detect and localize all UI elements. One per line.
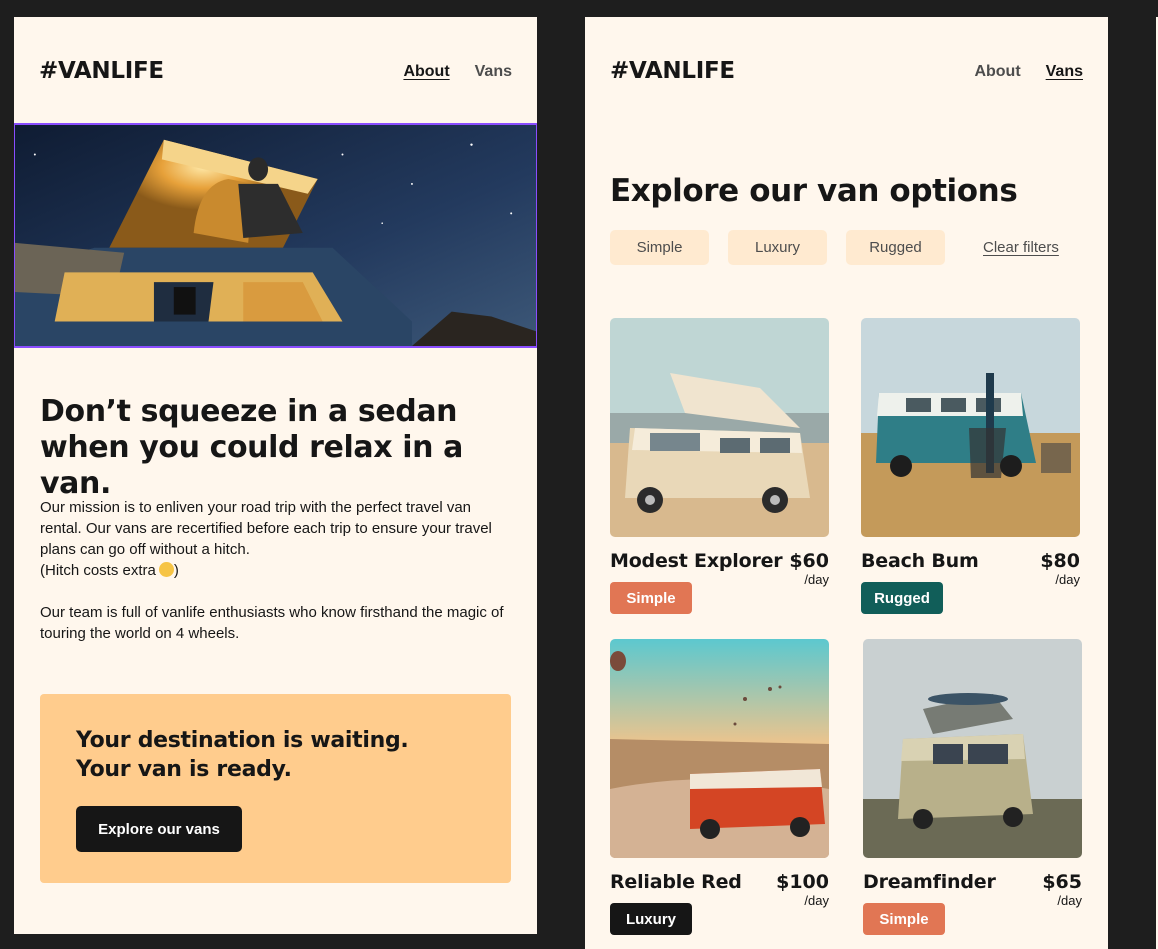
- filter-bar: Simple Luxury Rugged Clear filters: [610, 230, 1059, 265]
- van-price: $80: [1040, 550, 1080, 572]
- team-paragraph: Our team is full of vanlife enthusiasts …: [40, 604, 504, 642]
- filter-luxury-button[interactable]: Luxury: [728, 230, 827, 265]
- van-photo[interactable]: [863, 639, 1082, 858]
- van-type-badge[interactable]: Simple: [610, 582, 692, 614]
- about-headline: Don’t squeeze in a sedan when you could …: [40, 394, 463, 501]
- van-photo[interactable]: [610, 318, 829, 537]
- van-name: Modest Explorer: [610, 550, 783, 572]
- cta-banner: Your destination is waiting. Your van is…: [40, 694, 511, 883]
- vans-page-frame: #VANLIFE About Vans Explore our van opti…: [585, 17, 1108, 949]
- vans-page-title: Explore our van options: [610, 173, 1018, 209]
- van-name: Reliable Red: [610, 871, 742, 893]
- hitch-joke: (Hitch costs extra: [40, 562, 156, 579]
- van-price: $60: [789, 550, 829, 572]
- site-header: #VANLIFE About Vans: [585, 17, 1108, 123]
- van-price-unit: /day: [1057, 893, 1082, 908]
- hero-image: [14, 123, 537, 348]
- site-logo[interactable]: #VANLIFE: [39, 58, 164, 84]
- van-photo[interactable]: [861, 318, 1080, 537]
- van-photo[interactable]: [610, 639, 829, 858]
- van-name: Dreamfinder: [863, 871, 996, 893]
- van-card[interactable]: Dreamfinder $65 /day Simple: [863, 639, 1082, 935]
- mission-paragraph: Our mission is to enliven your road trip…: [40, 497, 510, 581]
- about-page-frame: #VANLIFE About Vans Don’t squeeze in a s…: [14, 17, 537, 934]
- nav-link-vans[interactable]: Vans: [475, 63, 512, 81]
- site-header: #VANLIFE About Vans: [14, 17, 537, 123]
- nav-link-vans[interactable]: Vans: [1046, 63, 1083, 81]
- van-type-badge[interactable]: Simple: [863, 903, 945, 935]
- van-price: $100: [776, 871, 829, 893]
- van-price: $65: [1042, 871, 1082, 893]
- mission-text-1: Our mission is to enliven your road trip…: [40, 499, 492, 558]
- main-nav: About Vans: [403, 63, 512, 81]
- site-logo[interactable]: #VANLIFE: [610, 58, 735, 84]
- van-price-unit: /day: [804, 572, 829, 587]
- van-type-badge[interactable]: Luxury: [610, 903, 692, 935]
- filter-simple-button[interactable]: Simple: [610, 230, 709, 265]
- van-price-unit: /day: [1055, 572, 1080, 587]
- clear-filters-link[interactable]: Clear filters: [983, 239, 1059, 256]
- van-type-badge[interactable]: Rugged: [861, 582, 943, 614]
- van-name: Beach Bum: [861, 550, 979, 572]
- filter-rugged-button[interactable]: Rugged: [846, 230, 945, 265]
- hitch-joke-close: ): [173, 562, 179, 579]
- cta-title: Your destination is waiting. Your van is…: [76, 726, 409, 784]
- mission-text: Our mission is to enliven your road trip…: [40, 497, 510, 665]
- van-card[interactable]: Reliable Red $100 /day Luxury: [610, 639, 829, 935]
- winking-face-icon: [158, 562, 174, 577]
- van-price-unit: /day: [804, 893, 829, 908]
- nav-link-about[interactable]: About: [403, 63, 449, 81]
- explore-vans-button[interactable]: Explore our vans: [76, 806, 242, 852]
- van-card[interactable]: Modest Explorer $60 /day Simple: [610, 318, 829, 614]
- van-card[interactable]: Beach Bum $80 /day Rugged: [861, 318, 1080, 614]
- nav-link-about[interactable]: About: [974, 63, 1020, 81]
- cta-title-line2: Your van is ready.: [76, 757, 292, 782]
- main-nav: About Vans: [974, 63, 1083, 81]
- cta-title-line1: Your destination is waiting.: [76, 728, 409, 753]
